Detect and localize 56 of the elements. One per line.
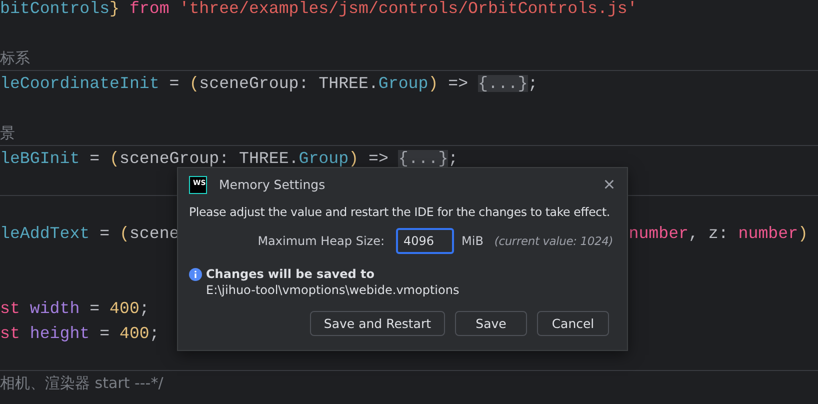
folded-code[interactable]: {...} [478,74,528,92]
code-token: leAddText [0,224,90,242]
info-title: Changes will be saved to [206,267,374,281]
code-token: ) [798,224,808,242]
code-token: 400 [120,324,150,342]
field-label: Maximum Heap Size: [258,234,384,248]
code-token: width [28,298,80,318]
folded-code[interactable]: {...} [398,150,448,166]
code-token: ; [528,74,538,92]
code-token: Group [298,148,349,168]
code-comment: 景 [0,124,15,142]
dialog-button[interactable]: Cancel [537,311,609,336]
code-token: ; [448,148,458,168]
code-token: 'three/examples/jsm/controls/OrbitControls.js' [178,0,638,18]
code-token: leBGInit [0,148,80,168]
code-token: bitControls [0,0,110,18]
code-token: ) [428,74,438,92]
code-token: leCoordinateInit [0,74,160,92]
code-token: = [98,224,111,242]
code-comment: 标系 [0,48,30,68]
code-token: = [98,324,111,342]
code-token: } [110,0,120,18]
code-token: = [88,148,101,168]
code-token: => [447,74,470,92]
unit-label: MiB [462,234,484,248]
code-token: = [168,74,180,92]
code-token: ( [120,224,130,242]
file-path: E:\jihuo-tool\vmoptions\webide.vmoptions [205,283,460,297]
dialog-button[interactable]: Save and Restart [310,311,445,336]
code-token: ( [189,74,200,92]
code-comment: 相机、渲染器 start ---*/ [0,374,164,392]
code-token: = [88,298,101,318]
code-token: st [0,298,20,318]
code-token: number [738,224,798,242]
current-value-note: (current value: 1024) [494,234,613,248]
code-token: Group [378,74,428,92]
code-token: => [367,148,390,168]
close-button[interactable]: × [603,174,615,194]
code-token: , z: [688,224,730,242]
code-token: ; [139,298,150,318]
code-token: ) [348,148,359,168]
code-token: ( [110,148,120,168]
dialog-button[interactable]: Save [455,311,527,336]
code-token: scene [129,224,180,242]
code-token: number [628,224,688,242]
dialog-message: Please adjust the value and restart the IDE for the changes to take effect. [189,205,611,219]
code-token: from [128,0,170,18]
code-token: st [0,324,20,342]
dialog-title: Memory Settings [219,177,326,192]
heap-size-field[interactable]: 4096 [396,228,454,254]
code-token: 400 [110,298,140,318]
info-icon [189,268,202,280]
code-token: height [28,324,90,342]
code-token: sceneGroup: THREE. [120,148,299,168]
code-token: ; [149,324,160,342]
code-token: sceneGroup: THREE. [199,74,378,92]
